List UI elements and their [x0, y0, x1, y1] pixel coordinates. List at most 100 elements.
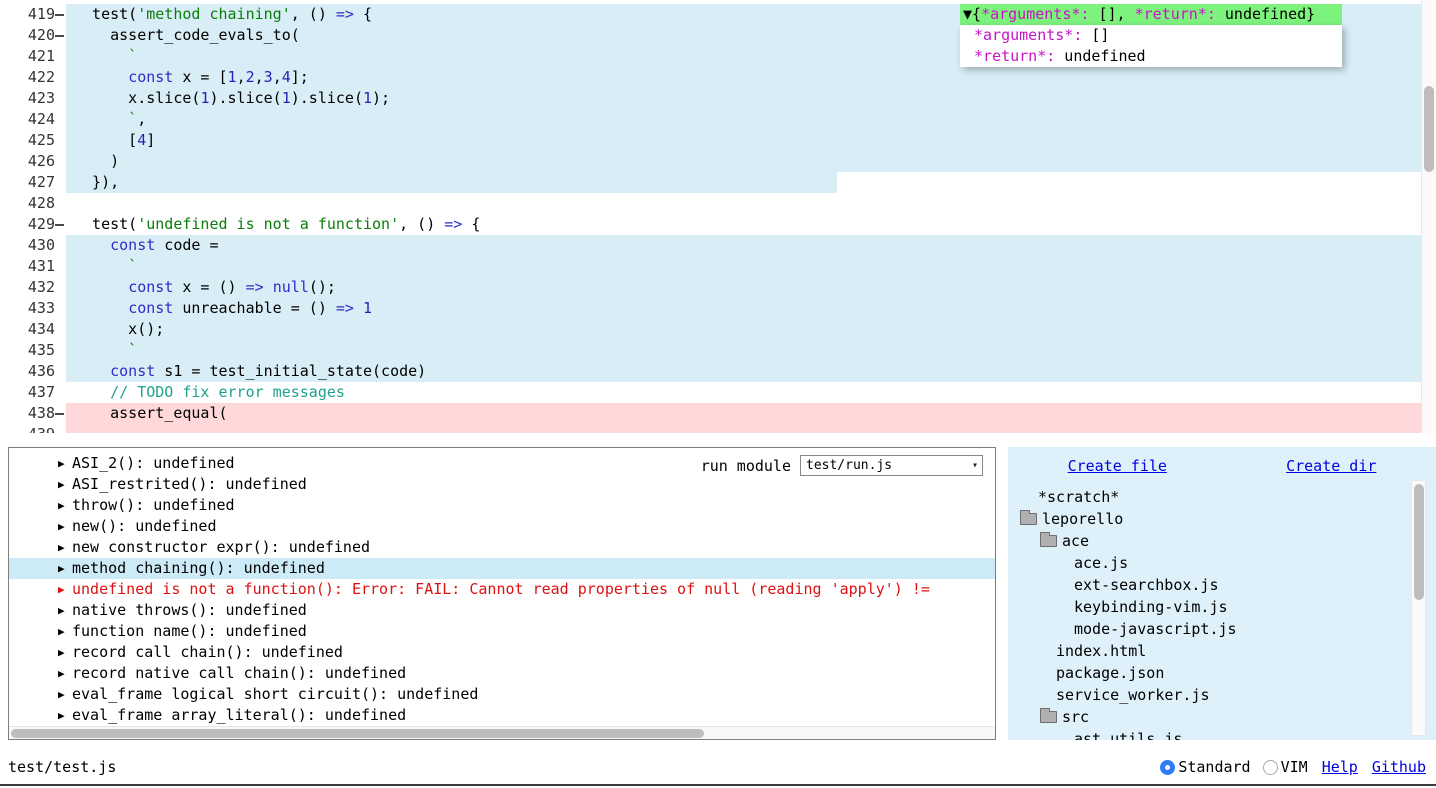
mode-label[interactable]: VIM [1281, 751, 1308, 784]
file-tree-item[interactable]: service_worker.js [1008, 684, 1436, 706]
line-number[interactable]: 426 [0, 151, 66, 172]
mode-label[interactable]: Standard [1178, 751, 1250, 784]
line-number[interactable]: 430 [0, 235, 66, 256]
line-number[interactable]: 420 [0, 25, 66, 46]
code-line[interactable]: 435 ` [0, 340, 1436, 361]
radio-standard[interactable] [1160, 760, 1175, 775]
value-tooltip-entry[interactable]: *return*: undefined [960, 46, 1342, 67]
expand-triangle-icon[interactable]: ▶ [58, 516, 72, 537]
file-tree-item[interactable]: ext-searchbox.js [1008, 574, 1436, 596]
file-tree-item[interactable]: *scratch* [1008, 486, 1436, 508]
line-number[interactable]: 421 [0, 46, 66, 67]
code-line-body[interactable]: const s1 = test_initial_state(code) [66, 361, 1436, 382]
code-line[interactable]: 422 const x = [1,2,3,4]; [0, 67, 1436, 88]
expand-triangle-icon[interactable]: ▶ [58, 684, 72, 705]
mode-option-standard[interactable]: Standard [1160, 751, 1250, 784]
code-line[interactable]: 434 x(); [0, 319, 1436, 340]
code-line[interactable]: 427 }), [0, 172, 1436, 193]
code-line[interactable]: 428 [0, 193, 1436, 214]
expand-triangle-icon[interactable]: ▶ [58, 705, 72, 726]
line-number[interactable]: 429 [0, 214, 66, 235]
scrollbar-thumb[interactable] [1424, 86, 1434, 172]
code-line-body[interactable]: ` [66, 340, 1436, 361]
code-line[interactable]: 430 const code = [0, 235, 1436, 256]
expand-triangle-icon[interactable]: ▶ [58, 663, 72, 684]
line-number[interactable]: 424 [0, 109, 66, 130]
line-number[interactable]: 419 [0, 4, 66, 25]
scrollbar-thumb[interactable] [1414, 484, 1424, 600]
help-link[interactable]: Help [1322, 751, 1358, 784]
line-number[interactable]: 423 [0, 88, 66, 109]
create-file-link[interactable]: Create file [1068, 456, 1167, 478]
code-line-body[interactable] [66, 424, 1436, 433]
radio-vim[interactable] [1263, 760, 1278, 775]
line-number[interactable]: 436 [0, 361, 66, 382]
code-line[interactable]: 432 const x = () => null(); [0, 277, 1436, 298]
fold-marker-icon[interactable] [55, 35, 64, 37]
test-result-row[interactable]: ▶record call chain(): undefined [9, 642, 995, 663]
file-tree-item[interactable]: keybinding-vim.js [1008, 596, 1436, 618]
run-module-select[interactable]: test/run.js ▾ [800, 455, 983, 476]
code-line-body[interactable]: ) [66, 151, 1436, 172]
code-line-body[interactable]: // TODO fix error messages [66, 382, 1436, 403]
test-result-row[interactable]: ▶function name(): undefined [9, 621, 995, 642]
fold-marker-icon[interactable] [55, 224, 64, 226]
code-line-body[interactable]: [4] [66, 130, 1436, 151]
github-link[interactable]: Github [1372, 751, 1426, 784]
line-number[interactable]: 433 [0, 298, 66, 319]
line-number[interactable]: 428 [0, 193, 66, 214]
line-number[interactable]: 439 [0, 424, 66, 433]
test-result-row[interactable]: ▶new constructor expr(): undefined [9, 537, 995, 558]
code-editor[interactable]: 419 test('method chaining', () => {420 a… [0, 0, 1436, 433]
file-tree-item[interactable]: leporello [1008, 508, 1436, 530]
file-tree-item[interactable]: mode-javascript.js [1008, 618, 1436, 640]
expand-triangle-icon[interactable]: ▶ [58, 621, 72, 642]
file-tree-item[interactable]: ace.js [1008, 552, 1436, 574]
code-line[interactable]: 437 // TODO fix error messages [0, 382, 1436, 403]
test-result-row[interactable]: ▶undefined is not a function(): Error: F… [9, 579, 995, 600]
code-line-body[interactable]: `, [66, 109, 1436, 130]
code-line-body[interactable]: const code = [66, 235, 1436, 256]
expand-triangle-icon[interactable]: ▶ [58, 537, 72, 558]
test-result-row[interactable]: ▶eval_frame logical short circuit(): und… [9, 684, 995, 705]
code-line[interactable]: 423 x.slice(1).slice(1).slice(1); [0, 88, 1436, 109]
code-line-body[interactable]: x(); [66, 319, 1436, 340]
code-line[interactable]: 425 [4] [0, 130, 1436, 151]
test-result-row[interactable]: ▶record native call chain(): undefined [9, 663, 995, 684]
code-line-body[interactable]: x.slice(1).slice(1).slice(1); [66, 88, 1436, 109]
line-number[interactable]: 431 [0, 256, 66, 277]
file-tree-item[interactable]: src [1008, 706, 1436, 728]
code-line[interactable]: 426 ) [0, 151, 1436, 172]
file-tree-item[interactable]: ace [1008, 530, 1436, 552]
code-line-body[interactable]: test('undefined is not a function', () =… [66, 214, 1436, 235]
code-line[interactable]: 424 `, [0, 109, 1436, 130]
code-line-body[interactable]: ` [66, 256, 1436, 277]
test-result-row[interactable]: ▶new(): undefined [9, 516, 995, 537]
filetree-vertical-scrollbar[interactable] [1411, 480, 1426, 736]
file-tree-item[interactable]: index.html [1008, 640, 1436, 662]
mode-option-vim[interactable]: VIM [1263, 751, 1308, 784]
code-line[interactable]: 436 const s1 = test_initial_state(code) [0, 361, 1436, 382]
line-number[interactable]: 425 [0, 130, 66, 151]
results-horizontal-scrollbar[interactable] [9, 726, 995, 739]
test-result-row[interactable]: ▶ASI_restrited(): undefined [9, 474, 995, 495]
expand-triangle-icon[interactable]: ▶ [58, 642, 72, 663]
line-number[interactable]: 422 [0, 67, 66, 88]
expand-triangle-icon[interactable]: ▶ [58, 600, 72, 621]
value-tooltip-header[interactable]: ▼{*arguments*: [], *return*: undefined} [960, 4, 1342, 25]
fold-marker-icon[interactable] [55, 413, 64, 415]
expand-triangle-icon[interactable]: ▶ [58, 453, 72, 474]
line-number[interactable]: 434 [0, 319, 66, 340]
line-number[interactable]: 427 [0, 172, 66, 193]
scrollbar-thumb[interactable] [11, 729, 704, 738]
code-line-body[interactable] [66, 193, 1436, 214]
code-line[interactable]: 438 assert_equal( [0, 403, 1436, 424]
expand-triangle-icon[interactable]: ▶ [58, 558, 72, 579]
line-number[interactable]: 432 [0, 277, 66, 298]
line-number[interactable]: 435 [0, 340, 66, 361]
expand-triangle-icon[interactable]: ▶ [58, 474, 72, 495]
code-line[interactable]: 433 const unreachable = () => 1 [0, 298, 1436, 319]
code-line-body[interactable]: const unreachable = () => 1 [66, 298, 1436, 319]
code-line-body[interactable]: const x = () => null(); [66, 277, 1436, 298]
file-tree-item[interactable]: ast_utils.js [1008, 728, 1436, 740]
